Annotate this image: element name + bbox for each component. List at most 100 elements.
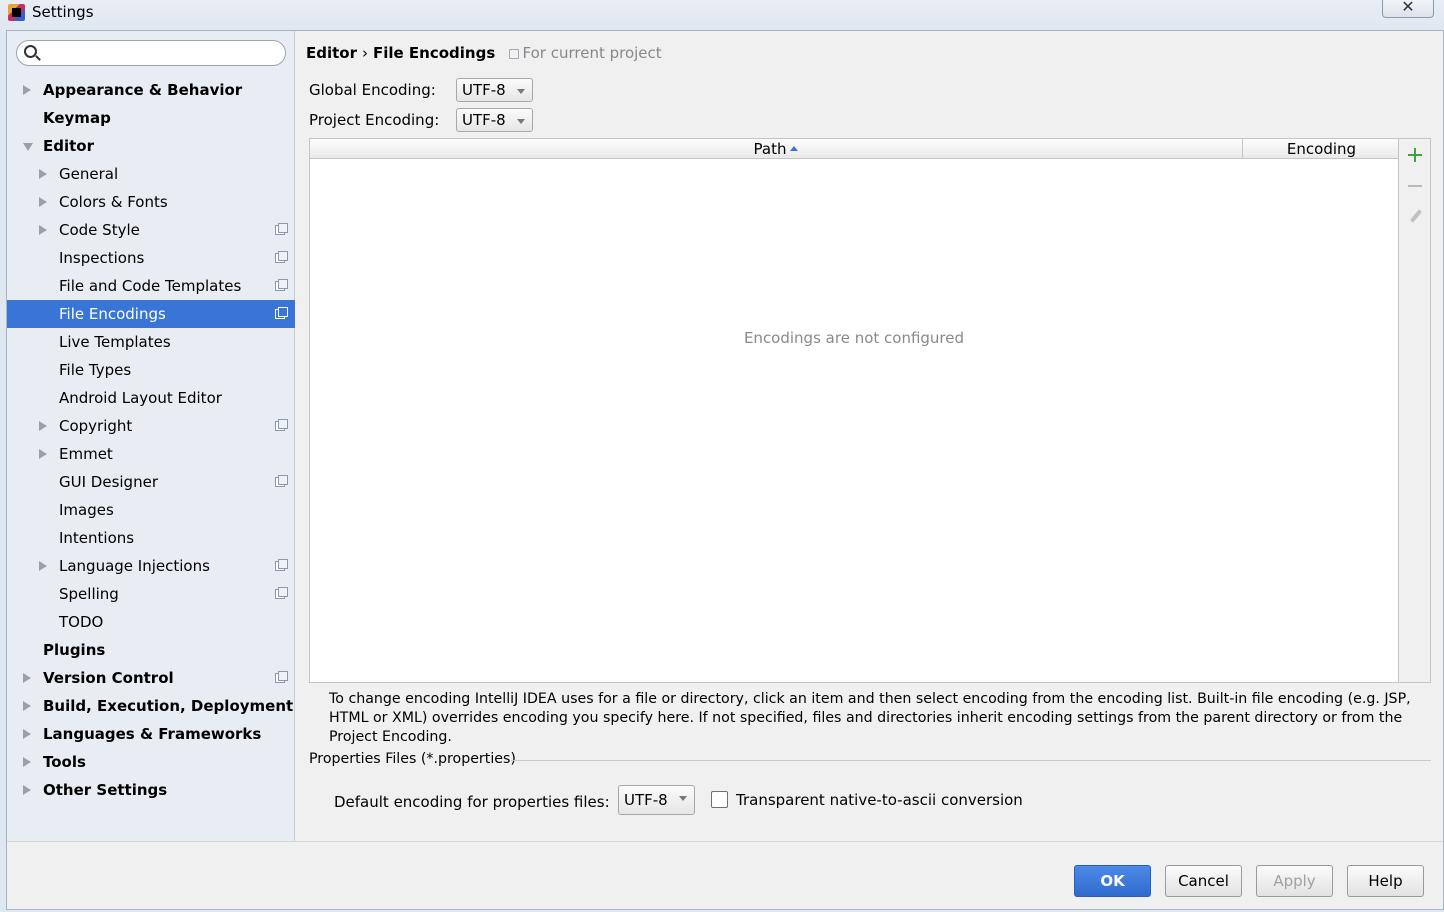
table-header: Path Encoding <box>310 139 1398 159</box>
sidebar-item-keymap[interactable]: Keymap <box>7 104 295 132</box>
sidebar-item-file-and-code-templates[interactable]: File and Code Templates <box>7 272 295 300</box>
sort-ascending-icon <box>790 146 799 151</box>
collapsed-arrow-icon[interactable] <box>39 225 47 235</box>
sidebar-item-languages-frameworks[interactable]: Languages & Frameworks <box>7 720 295 748</box>
add-icon[interactable] <box>1399 141 1431 169</box>
collapsed-arrow-icon[interactable] <box>39 561 47 571</box>
sidebar-item-colors-fonts[interactable]: Colors & Fonts <box>7 188 295 216</box>
sidebar-item-plugins[interactable]: Plugins <box>7 636 295 664</box>
ok-button[interactable]: OK <box>1074 865 1151 897</box>
sidebar-item-emmet[interactable]: Emmet <box>7 440 295 468</box>
path-column-label: Path <box>753 140 787 158</box>
sidebar-item-intentions[interactable]: Intentions <box>7 524 295 552</box>
sidebar-item-version-control[interactable]: Version Control <box>7 664 295 692</box>
encodings-table[interactable]: Path Encoding Encodings are not configur… <box>309 138 1399 683</box>
sidebar-item-inspections[interactable]: Inspections <box>7 244 295 272</box>
project-scope-icon <box>275 475 288 487</box>
collapsed-arrow-icon[interactable] <box>23 729 31 739</box>
collapsed-arrow-icon[interactable] <box>23 785 31 795</box>
search-icon <box>24 45 37 58</box>
sidebar-item-label: Languages & Frameworks <box>43 725 262 743</box>
sidebar-item-images[interactable]: Images <box>7 496 295 524</box>
settings-dialog: Appearance & Behavior Keymap Editor General… <box>6 30 1444 910</box>
breadcrumb-page: File Encodings <box>373 44 496 62</box>
project-scope-icon <box>275 279 288 291</box>
sidebar-item-label: Images <box>59 501 114 519</box>
breadcrumb-section: Editor <box>306 44 357 62</box>
project-scope-icon <box>275 251 288 263</box>
sidebar-item-todo[interactable]: TODO <box>7 608 295 636</box>
collapsed-arrow-icon[interactable] <box>23 757 31 767</box>
sidebar-item-label: Keymap <box>43 109 111 127</box>
settings-tree: Appearance & Behavior Keymap Editor General… <box>7 76 295 804</box>
sidebar-item-label: File Types <box>59 361 132 379</box>
breadcrumb-separator: › <box>362 44 368 62</box>
sidebar-item-label: Tools <box>43 753 86 771</box>
sidebar-item-gui-designer[interactable]: GUI Designer <box>7 468 295 496</box>
sidebar-item-label: Appearance & Behavior <box>43 81 243 99</box>
sidebar-item-label: TODO <box>59 613 104 631</box>
sidebar-item-language-injections[interactable]: Language Injections <box>7 552 295 580</box>
properties-encoding-combo[interactable]: UTF-8 <box>618 785 695 815</box>
sidebar-item-appearance-behavior[interactable]: Appearance & Behavior <box>7 76 295 104</box>
sidebar-item-live-templates[interactable]: Live Templates <box>7 328 295 356</box>
sidebar-item-file-types[interactable]: File Types <box>7 356 295 384</box>
sidebar-item-label: Spelling <box>59 585 119 603</box>
sidebar-item-label: Live Templates <box>59 333 171 351</box>
sidebar-item-build-execution-deployment[interactable]: Build, Execution, Deployment <box>7 692 295 720</box>
sidebar-item-tools[interactable]: Tools <box>7 748 295 776</box>
sidebar-item-editor[interactable]: Editor <box>7 132 295 160</box>
project-encoding-row: Project Encoding: <box>309 107 439 133</box>
project-encoding-combo[interactable]: UTF-8 <box>456 108 533 132</box>
sidebar-item-label: Colors & Fonts <box>59 193 168 211</box>
search-box[interactable] <box>16 40 286 66</box>
collapsed-arrow-icon[interactable] <box>39 197 47 207</box>
properties-encoding-label: Default encoding for properties files: <box>334 793 610 811</box>
sidebar-item-android-layout-editor[interactable]: Android Layout Editor <box>7 384 295 412</box>
transparent-conversion-label[interactable]: Transparent native-to-ascii conversion <box>736 788 1023 812</box>
properties-group-title: Properties Files (*.properties) <box>309 751 516 767</box>
sidebar-item-label: Intentions <box>59 529 135 547</box>
collapsed-arrow-icon[interactable] <box>39 449 47 459</box>
sidebar-item-file-encodings[interactable]: File Encodings <box>7 300 295 328</box>
project-scope-icon <box>275 671 288 683</box>
global-encoding-combo[interactable]: UTF-8 <box>456 78 533 102</box>
collapsed-arrow-icon[interactable] <box>39 169 47 179</box>
apply-button[interactable]: Apply <box>1256 865 1333 897</box>
file-encodings-panel: Editor › File Encodings For current projec… <box>296 31 1444 841</box>
sidebar-item-general[interactable]: General <box>7 160 295 188</box>
sidebar-item-label: File and Code Templates <box>59 277 242 295</box>
sidebar-item-label: Emmet <box>59 445 113 463</box>
sidebar-item-code-style[interactable]: Code Style <box>7 216 295 244</box>
edit-icon[interactable] <box>1399 202 1431 230</box>
intellij-app-icon <box>8 4 25 21</box>
cancel-button[interactable]: Cancel <box>1165 865 1242 897</box>
encoding-column-header[interactable]: Encoding <box>1244 139 1399 159</box>
settings-sidebar: Appearance & Behavior Keymap Editor General… <box>7 31 295 841</box>
collapsed-arrow-icon[interactable] <box>23 85 31 95</box>
sidebar-item-other-settings[interactable]: Other Settings <box>7 776 295 804</box>
sidebar-item-spelling[interactable]: Spelling <box>7 580 295 608</box>
project-scope-icon <box>275 223 288 235</box>
encoding-help-text: To change encoding IntelliJ IDEA uses fo… <box>329 691 1411 745</box>
transparent-conversion-checkbox[interactable] <box>711 791 728 808</box>
project-encoding-label: Project Encoding: <box>309 111 440 129</box>
remove-icon[interactable] <box>1399 172 1431 200</box>
expanded-arrow-icon[interactable] <box>23 143 33 151</box>
collapsed-arrow-icon[interactable] <box>23 701 31 711</box>
sidebar-item-label: Language Injections <box>59 557 210 575</box>
scope-note: For current project <box>508 44 662 62</box>
title-bar: Settings ✕ <box>0 0 1444 30</box>
project-scope-icon <box>275 419 288 431</box>
project-scope-icon <box>275 587 288 599</box>
collapsed-arrow-icon[interactable] <box>39 421 47 431</box>
search-input[interactable] <box>45 43 279 63</box>
close-button[interactable]: ✕ <box>1382 0 1434 18</box>
help-button[interactable]: Help <box>1347 865 1424 897</box>
sidebar-item-label: Build, Execution, Deployment <box>43 697 294 715</box>
collapsed-arrow-icon[interactable] <box>23 673 31 683</box>
path-column-header[interactable]: Path <box>310 139 1243 159</box>
sidebar-item-copyright[interactable]: Copyright <box>7 412 295 440</box>
sidebar-item-label: General <box>59 165 119 183</box>
sidebar-item-label: Inspections <box>59 249 145 267</box>
